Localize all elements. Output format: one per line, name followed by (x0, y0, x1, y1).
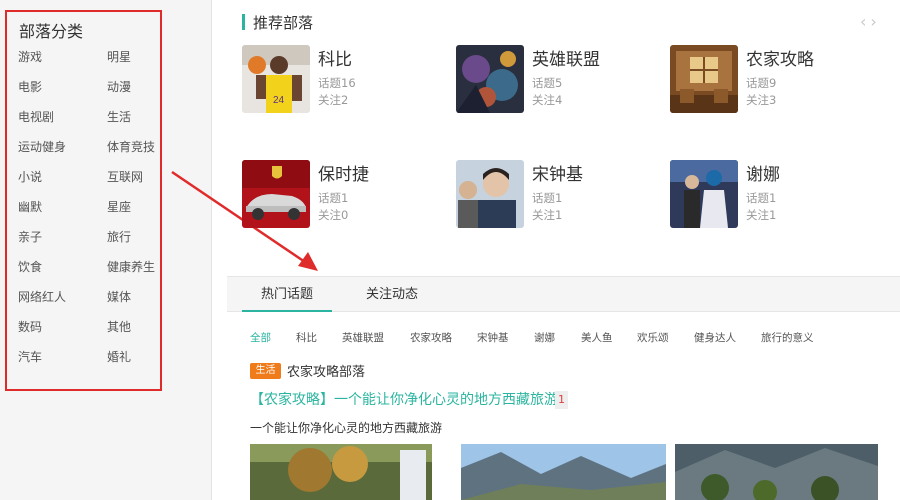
post-photo[interactable] (675, 444, 878, 500)
filter-item[interactable]: 欢乐颂 (637, 330, 669, 345)
tribe-avatar[interactable]: 24 (242, 45, 310, 113)
post-photo[interactable] (461, 444, 666, 500)
topic-tabs: 热门话题 关注动态 (227, 276, 900, 312)
tribe-follow-count: 关注4 (532, 93, 563, 107)
filter-item[interactable]: 旅行的意义 (761, 330, 814, 345)
tribe-topic-count: 话题9 (746, 76, 777, 90)
tribe-topic-count: 话题5 (532, 76, 563, 90)
tribe-name[interactable]: 宋钟基 (532, 160, 583, 185)
tribe-name[interactable]: 英雄联盟 (532, 45, 600, 70)
mountain-photo (461, 444, 666, 500)
forest-photo (675, 444, 878, 500)
tribe-topic-count: 话题1 (532, 191, 563, 205)
filter-item[interactable]: 宋钟基 (477, 330, 509, 345)
stage-photo (670, 160, 738, 228)
person-photo (456, 160, 524, 228)
tribe-card[interactable]: 农家攻略 话题9 关注3 (670, 45, 870, 115)
filter-item[interactable]: 美人鱼 (581, 330, 613, 345)
tribe-name[interactable]: 农家攻略 (746, 45, 814, 70)
filter-item[interactable]: 全部 (250, 330, 271, 345)
tab-following[interactable]: 关注动态 (347, 277, 437, 312)
recommend-header: 推荐部落 (242, 12, 313, 32)
tribe-avatar[interactable] (456, 45, 524, 113)
tribe-topic-count: 话题1 (318, 191, 349, 205)
tribe-avatar[interactable] (670, 45, 738, 113)
tribe-topic-count: 话题1 (746, 191, 777, 205)
basketball-player-image: 24 (242, 45, 310, 113)
post-title-link[interactable]: 【农家攻略】一个能让你净化心灵的地方西藏旅游 (250, 389, 558, 409)
svg-text:24: 24 (273, 95, 285, 106)
chevron-left-icon[interactable]: ‹ (860, 12, 870, 31)
tab-hot-topics[interactable]: 热门话题 (242, 277, 332, 312)
post-description: 一个能让你净化心灵的地方西藏旅游 (250, 421, 443, 435)
carousel-nav: ‹› (860, 12, 881, 31)
tribe-avatar[interactable] (456, 160, 524, 228)
game-art-image (456, 45, 524, 113)
post-tribe-name[interactable]: 农家攻略部落 (287, 361, 365, 380)
landscape-photo (250, 444, 432, 500)
filter-item[interactable]: 健身达人 (694, 330, 736, 345)
tribe-name[interactable]: 科比 (318, 45, 352, 70)
category-tag: 生活 (250, 363, 281, 379)
tribe-follow-count: 关注1 (532, 208, 563, 222)
tribe-card[interactable]: 宋钟基 话题1 关注1 (456, 160, 656, 230)
tribe-follow-count: 关注1 (746, 208, 777, 222)
filter-item[interactable]: 农家攻略 (410, 330, 452, 345)
post-photo[interactable] (250, 444, 432, 500)
tribe-card[interactable]: 英雄联盟 话题5 关注4 (456, 45, 656, 115)
tribe-topic-count: 话题16 (318, 76, 356, 90)
interior-image (670, 45, 738, 113)
car-image (242, 160, 310, 228)
tribe-name[interactable]: 谢娜 (746, 160, 780, 185)
tribe-card[interactable]: 24 科比 话题16 关注2 (242, 45, 442, 115)
tribe-follow-count: 关注3 (746, 93, 777, 107)
tribe-follow-count: 关注2 (318, 93, 349, 107)
filter-item[interactable]: 英雄联盟 (342, 330, 384, 345)
filter-item[interactable]: 科比 (296, 330, 317, 345)
chevron-right-icon[interactable]: › (870, 12, 880, 31)
comment-count-badge: 1 (555, 391, 568, 409)
filter-item[interactable]: 谢娜 (534, 330, 555, 345)
page: { "sidebar": { "title": "部落分类", "categor… (0, 0, 900, 500)
accent-bar (242, 14, 245, 30)
tribe-card[interactable]: 谢娜 话题1 关注1 (670, 160, 870, 230)
tribe-avatar[interactable] (242, 160, 310, 228)
tribe-avatar[interactable] (670, 160, 738, 228)
tribe-follow-count: 关注0 (318, 208, 349, 222)
tribe-card[interactable]: 保时捷 话题1 关注0 (242, 160, 442, 230)
recommend-title: 推荐部落 (253, 13, 314, 32)
tribe-name[interactable]: 保时捷 (318, 160, 369, 185)
